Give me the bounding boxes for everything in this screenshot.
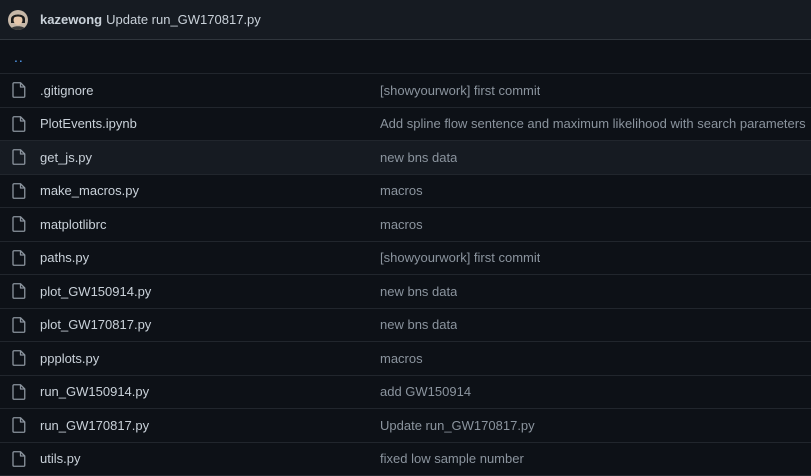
- file-name-link[interactable]: utils.py: [40, 451, 380, 466]
- file-icon: [0, 317, 40, 333]
- file-list: .. .gitignore [showyourwork] first commi…: [0, 40, 811, 476]
- file-icon: [0, 417, 40, 433]
- file-icon: [0, 350, 40, 366]
- file-commit-message-link[interactable]: [showyourwork] first commit: [380, 83, 540, 98]
- file-icon: [0, 283, 40, 299]
- file-name-link[interactable]: plot_GW170817.py: [40, 317, 380, 332]
- file-row[interactable]: run_GW150914.py add GW150914: [0, 376, 811, 410]
- file-row[interactable]: matplotlibrc macros: [0, 208, 811, 242]
- parent-directory-row[interactable]: ..: [0, 40, 811, 74]
- file-icon: [0, 82, 40, 98]
- file-commit-message-link[interactable]: Add spline flow sentence and maximum lik…: [380, 116, 806, 131]
- file-commit-message-link[interactable]: Update run_GW170817.py: [380, 418, 535, 433]
- file-row[interactable]: get_js.py new bns data: [0, 141, 811, 175]
- file-row[interactable]: plot_GW170817.py new bns data: [0, 309, 811, 343]
- file-commit-message-link[interactable]: macros: [380, 183, 423, 198]
- file-icon: [0, 250, 40, 266]
- file-commit-message-link[interactable]: [showyourwork] first commit: [380, 250, 540, 265]
- file-name-link[interactable]: run_GW170817.py: [40, 418, 380, 433]
- file-row[interactable]: make_macros.py macros: [0, 175, 811, 209]
- file-name-link[interactable]: get_js.py: [40, 150, 380, 165]
- file-commit-message-link[interactable]: new bns data: [380, 284, 457, 299]
- file-name-link[interactable]: plot_GW150914.py: [40, 284, 380, 299]
- latest-commit-bar: kazewong Update run_GW170817.py: [0, 0, 811, 40]
- file-icon: [0, 384, 40, 400]
- file-name-link[interactable]: .gitignore: [40, 83, 380, 98]
- file-row[interactable]: .gitignore [showyourwork] first commit: [0, 74, 811, 108]
- file-name-link[interactable]: make_macros.py: [40, 183, 380, 198]
- file-icon: [0, 149, 40, 165]
- parent-directory-link[interactable]: ..: [0, 49, 24, 65]
- file-commit-message-link[interactable]: add GW150914: [380, 384, 471, 399]
- file-row[interactable]: PlotEvents.ipynb Add spline flow sentenc…: [0, 108, 811, 142]
- file-row[interactable]: ppplots.py macros: [0, 342, 811, 376]
- file-name-link[interactable]: matplotlibrc: [40, 217, 380, 232]
- file-commit-message-link[interactable]: new bns data: [380, 150, 457, 165]
- file-icon: [0, 216, 40, 232]
- file-row[interactable]: paths.py [showyourwork] first commit: [0, 242, 811, 276]
- file-commit-message-link[interactable]: macros: [380, 351, 423, 366]
- file-commit-message-link[interactable]: macros: [380, 217, 423, 232]
- file-commit-message-link[interactable]: fixed low sample number: [380, 451, 524, 466]
- file-row[interactable]: run_GW170817.py Update run_GW170817.py: [0, 409, 811, 443]
- file-name-link[interactable]: paths.py: [40, 250, 380, 265]
- file-name-link[interactable]: PlotEvents.ipynb: [40, 116, 380, 131]
- file-commit-message-link[interactable]: new bns data: [380, 317, 457, 332]
- file-name-link[interactable]: run_GW150914.py: [40, 384, 380, 399]
- file-row[interactable]: plot_GW150914.py new bns data: [0, 275, 811, 309]
- file-icon: [0, 183, 40, 199]
- commit-message[interactable]: Update run_GW170817.py: [106, 12, 261, 27]
- file-name-link[interactable]: ppplots.py: [40, 351, 380, 366]
- file-icon: [0, 116, 40, 132]
- file-icon: [0, 451, 40, 467]
- avatar[interactable]: [8, 10, 28, 30]
- commit-author[interactable]: kazewong: [40, 12, 102, 27]
